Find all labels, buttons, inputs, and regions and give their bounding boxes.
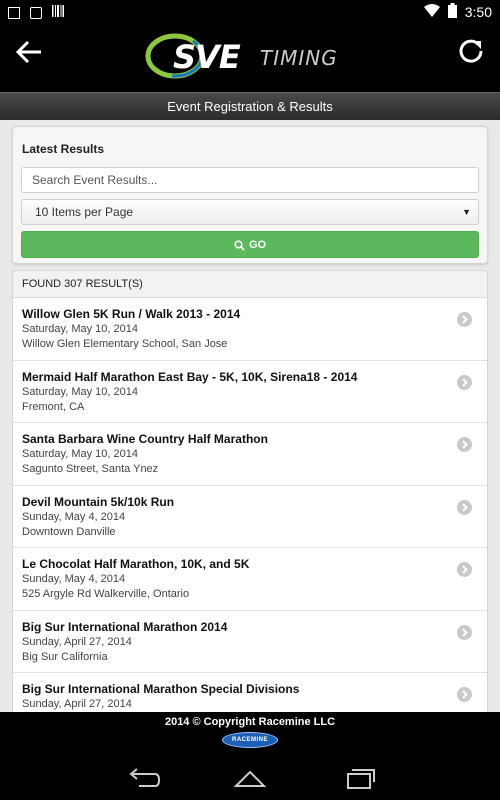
result-date: Sunday, May 4, 2014 [22,573,126,585]
result-location: Big Sur California [22,650,108,663]
latest-results-heading: Latest Results [22,142,105,156]
logo-main-text: SVE [173,38,241,76]
copyright-text: 2014 © Copyright Racemine LLC [164,716,336,728]
result-date: Sunday, April 27, 2014 [22,698,132,710]
result-date: Saturday, May 10, 2014 [22,385,138,398]
chevron-right-icon [457,499,472,515]
result-date: Sunday, April 27, 2014 [22,635,132,648]
results-card: FOUND 307 RESULT(S) Willow Glen 5K Run /… [12,270,488,712]
chevron-right-icon [457,624,472,640]
result-location: Sagunto Street, Santa Ynez [22,463,159,475]
search-card: Latest Results 10 Items per Page ▼ GO [12,126,488,264]
system-nav-bar [0,754,500,800]
logo-sub-text: TIMING [260,46,338,70]
nav-back-button[interactable] [125,766,165,790]
app-header: SVE TIMING [0,24,500,92]
refresh-icon [459,39,483,63]
result-title: Willow Glen 5K Run / Walk 2013 - 2014 [22,307,241,321]
chevron-right-icon [457,312,472,327]
result-row[interactable]: Big Sur International Marathon 2014 Sunda… [13,611,487,673]
result-title: Le Chocolat Half Marathon, 10K, and 5K [22,557,250,571]
nav-recents-icon [347,769,375,789]
result-row[interactable]: Mermaid Half Marathon East Bay - 5K, 10K… [13,361,487,423]
clock-time: 3:50 [464,4,492,20]
dropdown-arrow-icon: ▼ [462,207,471,217]
result-row[interactable]: Le Chocolat Half Marathon, 10K, and 5K Su… [13,548,487,611]
result-location: 525 Argyle Rd Walkerville, Ontario [22,588,190,600]
nav-back-icon [129,768,161,787]
result-date: Saturday, May 10, 2014 [22,448,138,460]
search-icon [234,239,245,251]
page-title: Event Registration & Results [0,92,500,120]
nav-home-icon [233,770,267,787]
result-location: Fremont, CA [22,400,85,413]
result-title: Devil Mountain 5k/10k Run [22,494,175,509]
result-location: Downtown Danville [22,525,116,538]
arrow-left-icon [15,40,41,64]
racemine-logo[interactable]: RACEMINE [222,732,278,748]
chevron-right-icon [457,562,472,577]
system-status: 3:50 [423,3,492,21]
chevron-right-icon [457,374,472,390]
footer: 2014 © Copyright Racemine LLC RACEMINE [0,712,500,754]
wifi-icon [423,3,440,21]
chevron-right-icon [457,437,472,452]
results-list: Willow Glen 5K Run / Walk 2013 - 2014 Sat… [13,298,487,712]
image-notification-icon [8,7,20,19]
refresh-button[interactable] [456,36,486,66]
notification-icons [8,4,64,22]
status-bar: 3:50 [0,0,500,24]
result-title: Santa Barbara Wine Country Half Marathon [22,432,268,446]
result-date: Sunday, May 4, 2014 [22,510,126,523]
result-date: Saturday, May 10, 2014 [22,323,138,335]
result-title: Mermaid Half Marathon East Bay - 5K, 10K… [22,369,358,384]
result-location: Willow Glen Elementary School, San Jose [22,338,228,350]
results-count: FOUND 307 RESULT(S) [13,271,487,298]
go-button[interactable]: GO [21,231,479,258]
barcode-notification-icon [52,4,64,22]
result-row[interactable]: Santa Barbara Wine Country Half Marathon… [13,423,487,486]
battery-icon [447,3,457,21]
search-input[interactable] [21,167,479,193]
result-row[interactable]: Willow Glen 5K Run / Walk 2013 - 2014 Sat… [13,298,487,361]
result-row[interactable]: Devil Mountain 5k/10k Run Sunday, May 4, … [13,486,487,548]
nav-recents-button[interactable] [338,766,378,790]
go-label: GO [248,239,267,251]
result-title: Big Sur International Marathon 2014 [22,619,228,634]
main-content: Latest Results 10 Items per Page ▼ GO FO… [0,120,500,712]
result-row[interactable]: Big Sur International Marathon Special D… [13,673,487,712]
back-button[interactable] [14,37,44,67]
nav-home-button[interactable] [230,766,270,790]
result-title: Big Sur International Marathon Special D… [22,682,300,696]
sve-timing-logo: SVE TIMING [145,32,360,80]
items-per-page-select[interactable]: 10 Items per Page ▼ [21,199,479,225]
chevron-right-icon [457,687,472,702]
briefcase-notification-icon [30,7,42,19]
items-per-page-value: 10 Items per Page [35,205,134,219]
